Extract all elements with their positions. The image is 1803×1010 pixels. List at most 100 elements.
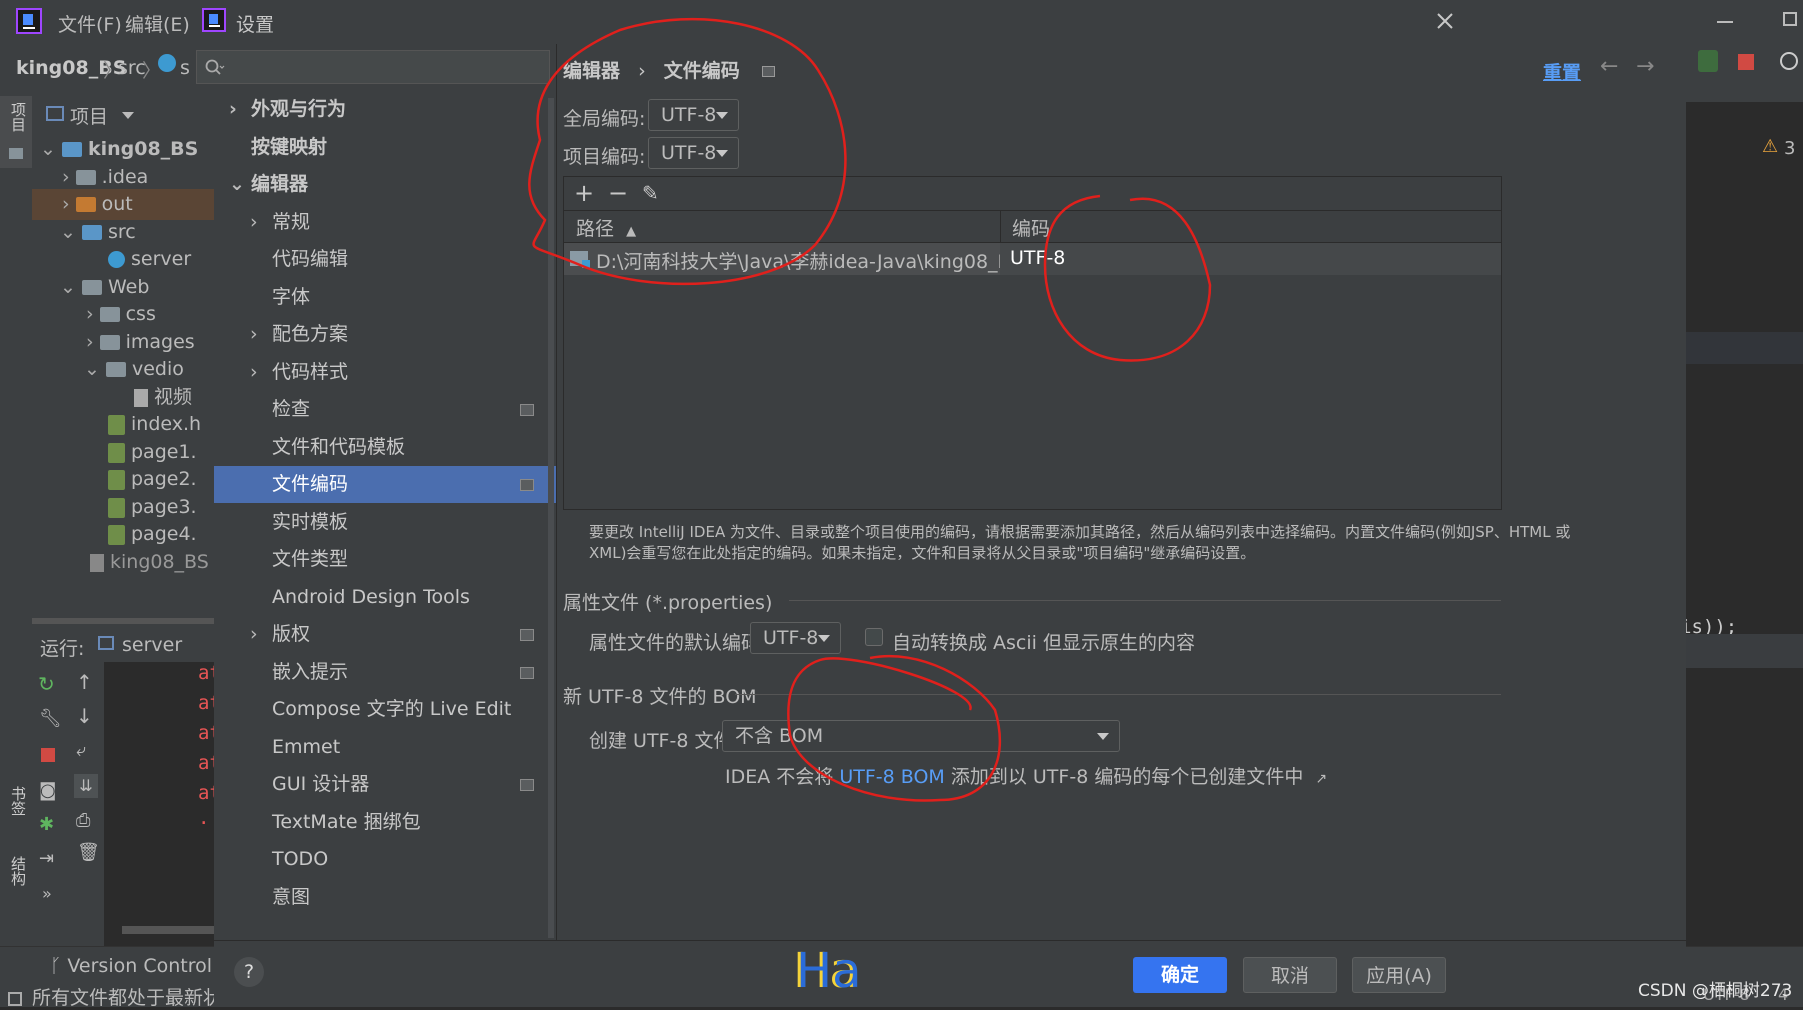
properties-encoding-select[interactable]: UTF-8 <box>750 622 841 654</box>
add-icon[interactable]: + <box>574 179 594 207</box>
tree-item-page2[interactable]: page2. <box>108 464 197 495</box>
ascii-checkbox-label[interactable]: 自动转换成 Ascii 但显示原生的内容 <box>892 628 1195 655</box>
scroll-to-end-icon[interactable]: ⇊ <box>74 774 98 798</box>
apply-button[interactable]: 应用(A) <box>1352 957 1446 993</box>
section-separator <box>735 694 1501 695</box>
search-icon[interactable] <box>1780 52 1798 70</box>
nav-item[interactable]: Emmet <box>214 729 556 766</box>
horizontal-scrollbar[interactable] <box>122 926 214 934</box>
nav-item[interactable]: 字体 <box>214 279 556 316</box>
tree-item-vedio[interactable]: ⌄ vedio <box>84 354 184 385</box>
status-icon <box>8 991 22 1006</box>
breadcrumb-separator: › <box>638 60 646 82</box>
debug-run-icon[interactable] <box>1698 50 1718 72</box>
nav-item[interactable]: › 常规 <box>214 204 556 241</box>
ascii-checkbox[interactable] <box>865 628 883 646</box>
project-scope-icon <box>520 479 534 491</box>
chevron-down-icon[interactable] <box>122 112 134 119</box>
nav-item[interactable]: › 代码样式 <box>214 354 556 391</box>
warning-icon[interactable]: ⚠ <box>1762 136 1778 157</box>
tree-item-index-html[interactable]: index.h <box>108 409 201 440</box>
nav-item[interactable]: 按键映射 <box>214 129 556 166</box>
maximize-icon[interactable] <box>1783 12 1797 26</box>
debug-icon[interactable]: ✱ <box>39 814 54 835</box>
arrow-down-icon[interactable]: ↓ <box>76 704 93 728</box>
remove-icon[interactable]: − <box>608 179 628 207</box>
help-button[interactable]: ? <box>234 957 264 987</box>
settings-search-input[interactable] <box>231 55 535 81</box>
folder-icon <box>81 280 102 295</box>
bom-create-select[interactable]: 不含 BOM <box>722 720 1120 752</box>
close-icon[interactable] <box>1436 12 1454 30</box>
nav-item[interactable]: 意图 <box>214 879 556 916</box>
column-header-encoding[interactable]: 编码 <box>1012 214 1050 241</box>
print-icon[interactable]: ⎙ <box>76 810 90 831</box>
rerun-icon[interactable]: ↻ <box>38 672 55 696</box>
reset-link[interactable]: 重置 <box>1543 58 1581 85</box>
structure-tool-button[interactable]: 结构 <box>0 856 32 916</box>
folder-icon <box>99 335 120 350</box>
menu-file[interactable]: 文件(F) <box>58 10 122 37</box>
nav-item[interactable]: › 配色方案 <box>214 316 556 353</box>
table-header: 路径 ▲ 编码 <box>564 210 1501 243</box>
more-icon[interactable]: » <box>42 884 52 903</box>
global-encoding-select[interactable]: UTF-8 <box>648 99 739 131</box>
nav-item[interactable]: 检查 <box>214 391 556 428</box>
arrow-up-icon[interactable]: ↑ <box>76 670 93 694</box>
back-arrow-icon[interactable]: ← <box>1600 54 1618 79</box>
forward-arrow-icon[interactable]: → <box>1636 54 1654 79</box>
ok-button[interactable]: 确定 <box>1133 957 1227 993</box>
nav-item[interactable]: TextMate 捆绑包 <box>214 804 556 841</box>
minimize-icon[interactable] <box>1717 21 1733 23</box>
cancel-button[interactable]: 取消 <box>1243 957 1337 993</box>
project-encoding-select[interactable]: UTF-8 <box>648 137 739 169</box>
run-panel: 运行: server ↻ 🔧︎ ◙ ✱ ⇥ » ↑ ↓ ⤶ ⇊ ⎙ 🗑︎ at … <box>32 626 214 946</box>
breadcrumb-editor[interactable]: 编辑器 <box>563 60 620 82</box>
stop-icon[interactable] <box>41 748 55 762</box>
nav-item[interactable]: › 版权 <box>214 616 556 653</box>
nav-item[interactable]: 代码编辑 <box>214 241 556 278</box>
editor-highlight-line <box>1686 332 1803 364</box>
bookmarks-tool-button[interactable]: 书签 <box>0 786 32 846</box>
utf8-bom-link[interactable]: UTF-8 BOM <box>839 766 944 788</box>
table-row[interactable]: D:\河南科技大学\Java\李赫idea-Java\king08_BS UTF… <box>564 243 1501 275</box>
nav-scrollbar[interactable] <box>548 98 554 938</box>
nav-item[interactable]: TODO <box>214 841 556 878</box>
wrench-icon[interactable]: 🔧︎ <box>39 708 62 729</box>
nav-item[interactable]: 实时模板 <box>214 504 556 541</box>
nav-item[interactable]: 文件类型 <box>214 541 556 578</box>
nav-item[interactable]: 文件编码 <box>214 466 556 503</box>
camera-icon[interactable]: ◙ <box>39 780 56 801</box>
project-tab-label[interactable]: 项目 <box>70 102 108 129</box>
nav-item[interactable]: › 外观与行为 <box>214 91 556 128</box>
edit-pencil-icon[interactable]: ✎ <box>642 181 659 205</box>
run-tab-server[interactable]: server <box>122 634 182 656</box>
bom-create-label: 创建 UTF-8 文件: <box>589 730 739 752</box>
project-panel-header: 项目 <box>32 96 214 132</box>
tree-item-project-root[interactable]: ⌄ king08_BS D <box>40 134 214 165</box>
settings-search-box[interactable] <box>196 50 550 84</box>
folder-icon <box>9 148 23 159</box>
tree-item-iml[interactable]: king08_BS <box>90 547 209 578</box>
nav-item[interactable]: GUI 设计器 <box>214 766 556 803</box>
chevron-right-icon: › <box>229 98 237 120</box>
trash-icon[interactable]: 🗑︎ <box>77 842 100 863</box>
stop-icon[interactable] <box>1738 54 1754 70</box>
project-tool-button[interactable]: 项目 <box>0 96 32 168</box>
tree-item-out[interactable]: › out <box>32 189 214 220</box>
horizontal-scrollbar[interactable] <box>32 618 214 624</box>
exit-icon[interactable]: ⇥ <box>39 848 54 869</box>
soft-wrap-icon[interactable]: ⤶ <box>76 740 86 761</box>
column-header-path[interactable]: 路径 ▲ <box>576 214 636 241</box>
table-cell-encoding-box[interactable]: UTF-8 <box>1000 243 1501 275</box>
nav-item[interactable]: 嵌入提示 <box>214 654 556 691</box>
tree-item-css[interactable]: › css <box>86 299 156 330</box>
tree-item-server[interactable]: server <box>108 244 191 275</box>
tree-item-page4[interactable]: page4. <box>108 519 197 550</box>
nav-item[interactable]: ⌄ 编辑器 <box>214 166 556 203</box>
nav-item[interactable]: Android Design Tools <box>214 579 556 616</box>
nav-item[interactable]: Compose 文字的 Live Edit <box>214 691 556 728</box>
nav-item[interactable]: 文件和代码模板 <box>214 429 556 466</box>
menu-edit[interactable]: 编辑(E) <box>125 10 190 37</box>
version-control-tab[interactable]: ᚴ Version Control <box>50 955 212 977</box>
